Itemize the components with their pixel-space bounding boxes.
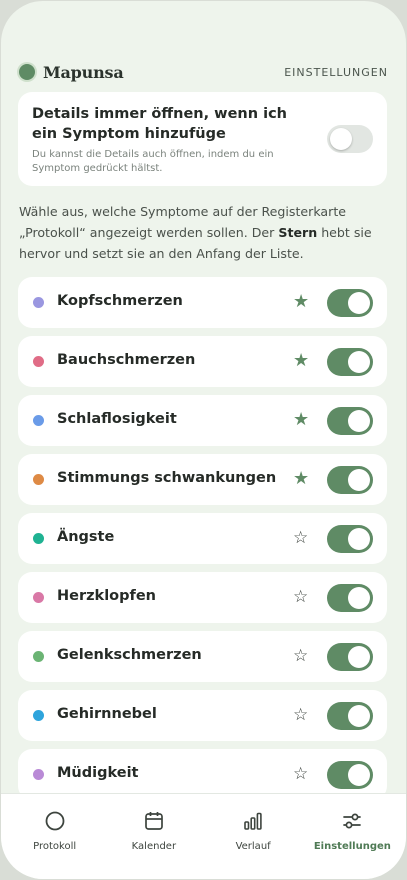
symptom-label: Bauchschmerzen (57, 352, 196, 368)
star-outline-icon[interactable]: ☆ (293, 586, 308, 608)
symptom-color-dot (33, 533, 44, 544)
toggle-knob (330, 128, 352, 150)
nav-label: Verlauf (235, 841, 271, 852)
symptom-label: Müdigkeit (57, 765, 139, 781)
symptom-color-dot (33, 356, 44, 367)
brand-logo-icon (19, 64, 35, 80)
symptom-row: Herzklopfen ☆ (18, 572, 387, 623)
toggle-knob (348, 705, 370, 727)
symptom-row: Schlaflosigkeit ★ (18, 395, 387, 446)
symptom-list: Kopfschmerzen ★ Bauchschmerzen ★ Schlaflosig… (18, 277, 387, 808)
symptom-row: Stimmungs schwankungen ★ (18, 454, 387, 505)
symptom-color-dot (33, 710, 44, 721)
symptom-row: Kopfschmerzen ★ (18, 277, 387, 328)
symptom-toggle[interactable] (327, 289, 373, 317)
nav-item-einstellungen[interactable]: Einstellungen (304, 794, 400, 879)
star-filled-icon[interactable]: ★ (293, 291, 309, 313)
nav-label: Kalender (131, 841, 177, 852)
symptom-label: Gehirnnebel (57, 706, 157, 722)
star-filled-icon[interactable]: ★ (293, 350, 309, 372)
star-filled-icon[interactable]: ★ (293, 468, 309, 490)
symptom-label: Gelenkschmerzen (57, 647, 202, 663)
symptom-row: Bauchschmerzen ★ (18, 336, 387, 387)
toggle-knob (348, 292, 370, 314)
intro-text: Wähle aus, welche Symptome auf der Regis… (19, 201, 388, 264)
bottom-nav: Protokoll Kalender Verlauf Einstellungen (1, 793, 406, 879)
star-outline-icon[interactable]: ☆ (293, 704, 308, 726)
nav-label: Einstellungen (313, 841, 391, 852)
symptom-label: Kopfschmerzen (57, 293, 183, 309)
symptom-color-dot (33, 592, 44, 603)
star-outline-icon[interactable]: ☆ (293, 645, 308, 667)
toggle-knob (348, 410, 370, 432)
symptom-toggle[interactable] (327, 584, 373, 612)
symptom-color-dot (33, 415, 44, 426)
symptom-row: Gehirnnebel ☆ (18, 690, 387, 741)
symptom-toggle[interactable] (327, 643, 373, 671)
details-toggle[interactable] (327, 125, 373, 153)
nav-label: Protokoll (33, 841, 77, 852)
star-outline-icon[interactable]: ☆ (293, 763, 308, 785)
symptom-color-dot (33, 474, 44, 485)
details-setting-card: Details immer öffnen, wenn ich ein Sympt… (18, 92, 387, 186)
nav-item-kalender[interactable]: Kalender (106, 794, 202, 879)
intro-text-bold: Stern (278, 225, 318, 240)
bar-chart-icon (244, 812, 262, 830)
nav-item-protokoll[interactable]: Protokoll (7, 794, 103, 879)
settings-link[interactable]: EINSTELLUNGEN (284, 66, 388, 79)
toggle-knob (348, 469, 370, 491)
symptom-toggle[interactable] (327, 702, 373, 730)
symptom-row: Ängste ☆ (18, 513, 387, 564)
symptom-label: Stimmungs schwankungen (57, 470, 277, 486)
symptom-toggle[interactable] (327, 407, 373, 435)
symptom-toggle[interactable] (327, 466, 373, 494)
symptom-label: Schlaflosigkeit (57, 411, 177, 427)
toggle-knob (348, 587, 370, 609)
app-name: Mapunsa (43, 62, 124, 82)
toggle-knob (348, 764, 370, 786)
toggle-knob (348, 351, 370, 373)
header: Mapunsa EINSTELLUNGEN (19, 59, 388, 85)
details-setting-subtitle: Du kannst die Details auch öffnen, indem… (32, 149, 274, 174)
symptom-toggle[interactable] (327, 348, 373, 376)
star-filled-icon[interactable]: ★ (293, 409, 309, 431)
symptom-color-dot (33, 297, 44, 308)
sliders-icon (343, 813, 362, 829)
symptom-row: Gelenkschmerzen ☆ (18, 631, 387, 682)
calendar-icon (145, 812, 163, 830)
toggle-knob (348, 528, 370, 550)
symptom-label: Ängste (57, 529, 115, 545)
details-setting-title: Details immer öffnen, wenn ich ein Sympt… (32, 106, 287, 142)
phone-screen: Mapunsa EINSTELLUNGEN Details immer öffn… (1, 1, 406, 879)
star-outline-icon[interactable]: ☆ (293, 527, 308, 549)
symptom-label: Herzklopfen (57, 588, 156, 604)
brand: Mapunsa (19, 63, 124, 82)
toggle-knob (348, 646, 370, 668)
symptom-toggle[interactable] (327, 761, 373, 789)
symptom-color-dot (33, 769, 44, 780)
nav-item-verlauf[interactable]: Verlauf (205, 794, 301, 879)
symptom-toggle[interactable] (327, 525, 373, 553)
symptom-color-dot (33, 651, 44, 662)
circle-icon (45, 811, 65, 831)
